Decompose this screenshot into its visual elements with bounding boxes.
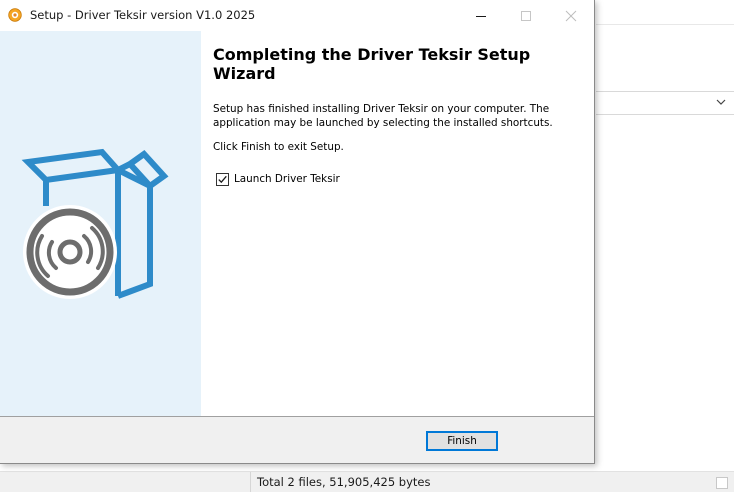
chevron-down-icon[interactable] — [714, 95, 728, 109]
close-icon — [565, 10, 577, 21]
status-bar-separator — [250, 472, 251, 492]
wizard-side-panel — [0, 31, 201, 416]
launch-checkbox-label[interactable]: Launch Driver Teksir — [234, 173, 340, 185]
status-bar-resize-grip[interactable] — [716, 477, 728, 489]
launch-option[interactable]: Launch Driver Teksir — [216, 172, 340, 186]
setup-wizard-window: Setup - Driver Teksir version V1.0 2025 — [0, 0, 595, 464]
wizard-content: Completing the Driver Teksir Setup Wizar… — [0, 31, 594, 416]
wizard-footer: Finish — [0, 417, 594, 463]
finish-button[interactable]: Finish — [426, 431, 498, 451]
box-with-disc-icon — [21, 148, 169, 299]
background-address-bar[interactable] — [596, 91, 734, 115]
window-title: Setup - Driver Teksir version V1.0 2025 — [30, 8, 256, 22]
maximize-button — [503, 0, 549, 31]
minimize-icon — [476, 15, 486, 17]
title-bar[interactable]: Setup - Driver Teksir version V1.0 2025 — [0, 0, 594, 31]
status-bar-total-files: Total 2 files, 51,905,425 bytes — [257, 475, 431, 489]
background-toolbar-divider — [596, 24, 734, 25]
setup-app-icon — [8, 8, 22, 22]
page-title: Completing the Driver Teksir Setup Wizar… — [213, 45, 531, 83]
minimize-button[interactable] — [458, 0, 504, 31]
checkmark-icon — [218, 175, 227, 183]
exit-instruction: Click Finish to exit Setup. — [213, 141, 344, 153]
maximize-icon — [521, 10, 531, 21]
screen: Total 2 files, 51,905,425 bytes Setup - … — [0, 0, 734, 492]
completion-description: Setup has finished installing Driver Tek… — [213, 103, 553, 129]
close-button[interactable] — [548, 0, 594, 31]
launch-checkbox[interactable] — [216, 172, 229, 186]
background-status-bar: Total 2 files, 51,905,425 bytes — [0, 471, 734, 492]
